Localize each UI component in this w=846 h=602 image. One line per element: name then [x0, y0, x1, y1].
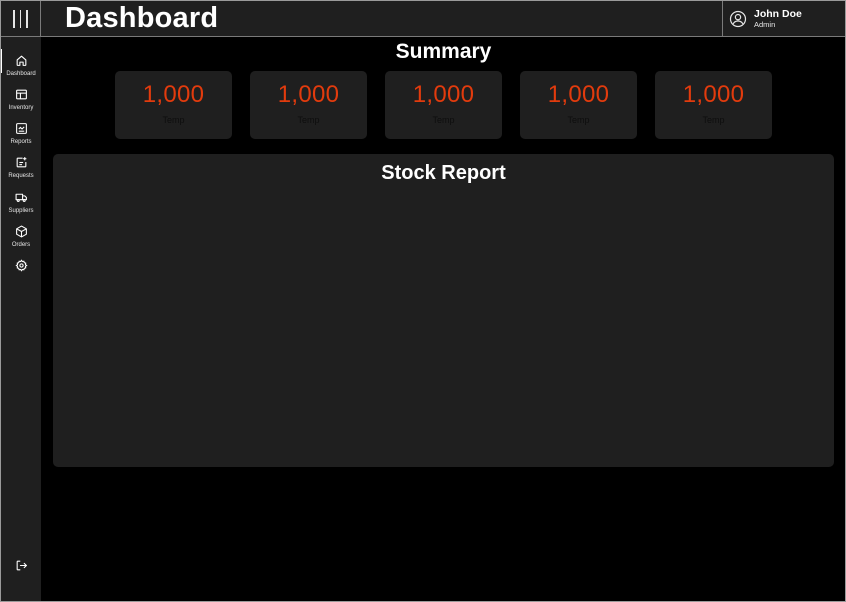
summary-card: 1,000 Temp: [115, 71, 232, 139]
home-icon: [16, 55, 26, 66]
sidebar-item-label: Suppliers: [8, 208, 34, 214]
logout-button[interactable]: [1, 559, 41, 591]
user-role: Admin: [754, 20, 776, 29]
summary-card-value: 1,000: [412, 81, 475, 108]
summary-heading: Summary: [395, 40, 492, 63]
menu-bar-line: [13, 9, 15, 28]
request-icon: [16, 157, 26, 168]
menu-toggle-button[interactable]: [1, 1, 41, 36]
logout-icon: [16, 560, 27, 571]
summary-card: 1,000 Temp: [250, 71, 367, 139]
sidebar-item-dashboard[interactable]: Dashboard: [1, 54, 41, 86]
summary-card-label: Temp: [567, 115, 590, 125]
summary-card-label: Temp: [297, 115, 320, 125]
summary-card-value: 1,000: [277, 81, 340, 108]
summary-card: 1,000 Temp: [520, 71, 637, 139]
sidebar-item-requests[interactable]: Requests: [1, 156, 41, 188]
summary-card: 1,000 Temp: [655, 71, 772, 139]
sidebar-item-label: Orders: [11, 242, 31, 248]
sidebar-item-label: Inventory: [8, 105, 34, 111]
summary-card-label: Temp: [432, 115, 455, 125]
sidebar-item-reports[interactable]: Reports: [1, 122, 41, 154]
truck-icon: [15, 193, 27, 202]
summary-card-value: 1,000: [547, 81, 610, 108]
user-info: John Doe Admin: [754, 7, 802, 29]
sidebar-item-orders[interactable]: Orders: [1, 225, 41, 257]
summary-card-value: 1,000: [682, 81, 745, 108]
menu-bar-line: [26, 9, 28, 28]
sidebar-item-suppliers[interactable]: Suppliers: [1, 191, 41, 223]
sidebar-item-label: Dashboard: [6, 71, 36, 77]
user-avatar-icon: [729, 10, 747, 27]
stock-report-panel: Stock Report: [53, 154, 834, 467]
summary-card: 1,000 Temp: [385, 71, 502, 139]
gear-icon: [14, 259, 28, 272]
sidebar-item-label: Reports: [10, 139, 32, 145]
summary-card-label: Temp: [702, 115, 725, 125]
box-icon: [15, 225, 27, 238]
top-bar: Dashboard John Doe Admin: [1, 1, 845, 37]
page-title: Dashboard: [65, 2, 219, 34]
sidebar: Dashboard Inventory Reports Requests Sup…: [1, 37, 41, 601]
summary-card-label: Temp: [162, 115, 185, 125]
table-icon: [15, 89, 27, 100]
report-icon: [15, 123, 27, 134]
summary-card-value: 1,000: [142, 81, 205, 108]
sidebar-item-settings[interactable]: [1, 259, 41, 291]
sidebar-item-inventory[interactable]: Inventory: [1, 88, 41, 120]
menu-bar-line: [19, 9, 22, 28]
sidebar-item-label: Requests: [8, 173, 34, 179]
user-profile-button[interactable]: John Doe Admin: [722, 1, 845, 36]
stock-report-heading: Stock Report: [381, 162, 506, 184]
user-name: John Doe: [754, 7, 802, 20]
